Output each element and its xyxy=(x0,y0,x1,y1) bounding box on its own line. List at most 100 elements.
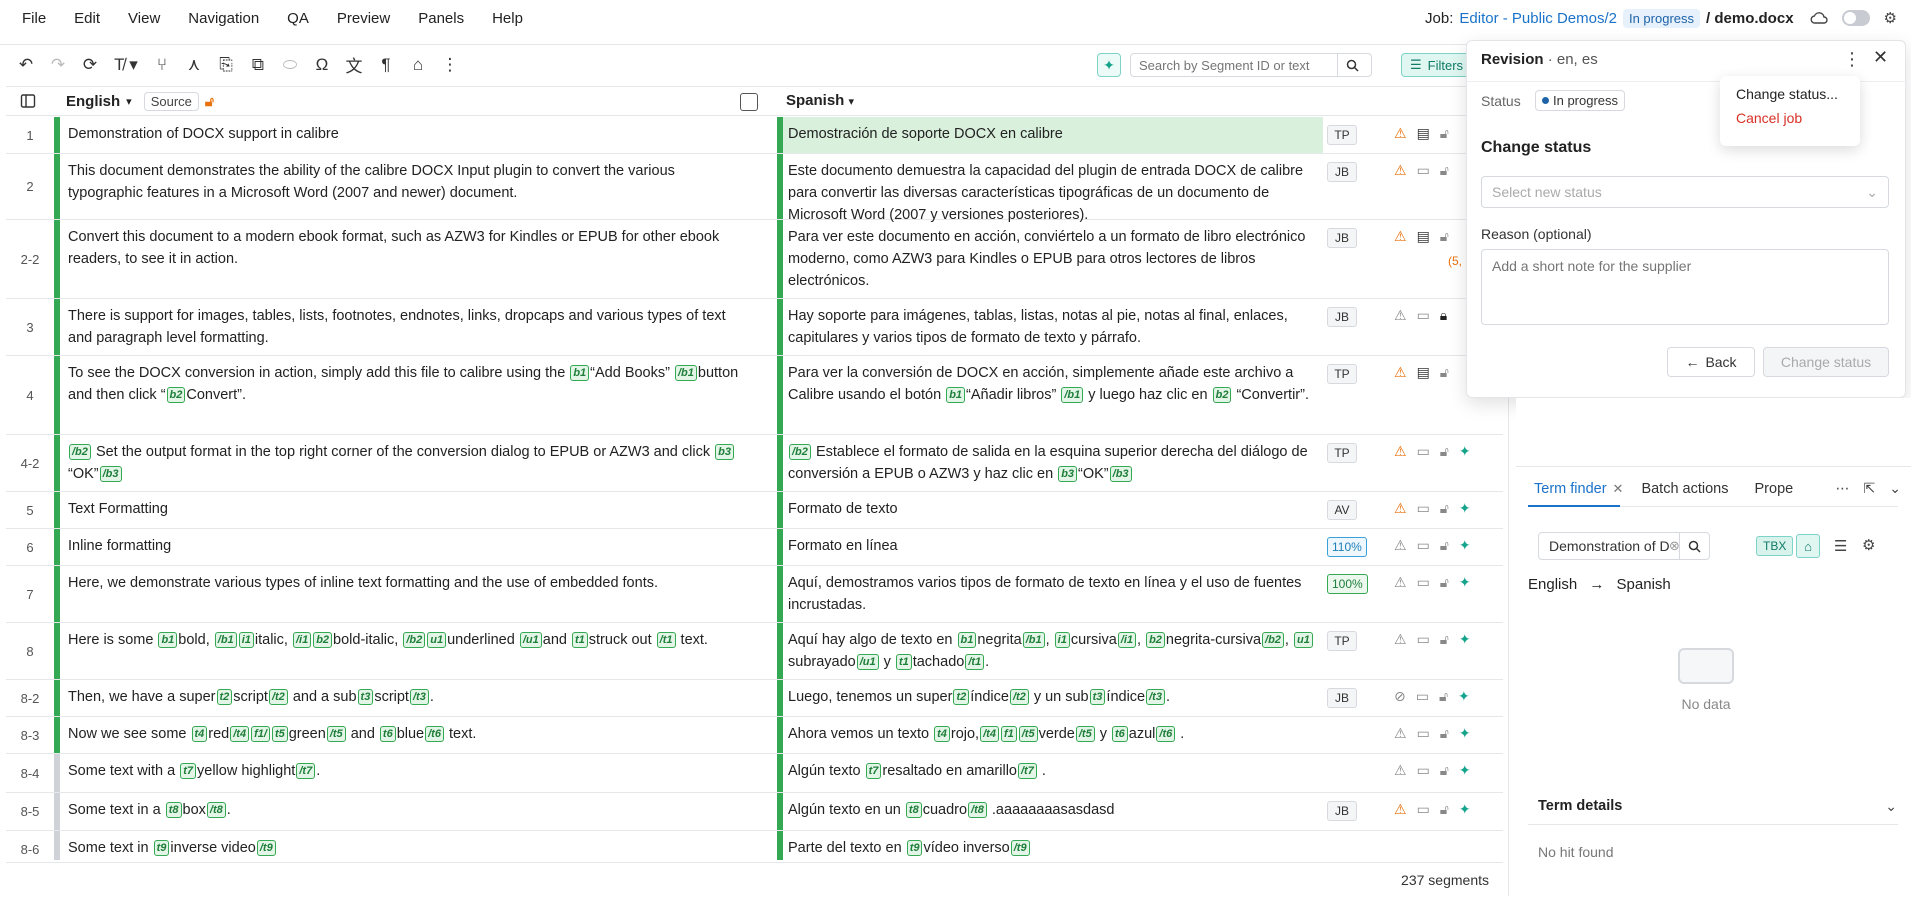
target-text[interactable]: Para ver la conversión de DOCX en acción… xyxy=(788,362,1318,406)
table-row[interactable]: 6 Inline formatting Formato en línea 110… xyxy=(6,529,1503,566)
warning-icon[interactable]: ⚠ xyxy=(1394,574,1407,591)
warning-icon[interactable]: ⚠ xyxy=(1394,125,1407,142)
target-language-header[interactable]: Spanish ▾ xyxy=(786,92,854,109)
insert-icon[interactable]: ⎘ xyxy=(210,49,242,81)
menu-item-change-status[interactable]: Change status... xyxy=(1720,82,1860,106)
status-select[interactable]: Select new status ⌄ xyxy=(1481,176,1889,208)
table-row[interactable]: 8-3 Now we see some t4 red/t4 f1/t5 green/t… xyxy=(6,717,1503,754)
ai-sparkle-icon[interactable]: ✦ xyxy=(1459,762,1471,779)
menu-help[interactable]: Help xyxy=(478,10,537,27)
table-row[interactable]: 2-2 Convert this document to a modern eb… xyxy=(6,220,1503,299)
table-row[interactable]: 3 There is support for images, tables, l… xyxy=(6,299,1503,356)
menu-edit[interactable]: Edit xyxy=(60,10,114,27)
comment-icon[interactable]: ▭ xyxy=(1417,801,1430,818)
warning-icon[interactable]: ⚠ xyxy=(1394,631,1407,648)
menu-panels[interactable]: Panels xyxy=(404,10,478,27)
warning-icon[interactable]: ⚠ xyxy=(1394,762,1407,779)
unlock-icon[interactable]: 🔓︎ xyxy=(1439,688,1448,705)
chevron-down-icon[interactable]: ⌄ xyxy=(1885,798,1897,815)
tab-term-finder[interactable]: Term finder xyxy=(1528,481,1613,497)
more-icon[interactable]: ⋮ xyxy=(1843,49,1861,70)
lock-icon[interactable]: 🔒︎ xyxy=(1440,307,1447,324)
target-text[interactable]: Algún texto en un t8 cuadro/t8 .aaaaaaaas… xyxy=(788,799,1318,821)
menu-preview[interactable]: Preview xyxy=(323,10,404,27)
target-text[interactable]: Algún texto t7 resaltado en amarillo/t7 . xyxy=(788,760,1318,782)
warning-icon[interactable]: ⚠ xyxy=(1394,364,1407,381)
comment-icon[interactable]: ▤ xyxy=(1417,228,1430,245)
unlock-icon[interactable]: 🔓︎ xyxy=(1440,125,1449,142)
translate-icon[interactable]: 文 xyxy=(338,49,370,81)
warning-icon[interactable]: ⚠ xyxy=(1394,500,1407,517)
tag-placeholder-icon[interactable]: ⬭ xyxy=(274,49,306,81)
menu-file[interactable]: File xyxy=(0,10,60,27)
unlock-icon[interactable]: 🔓︎ xyxy=(1440,574,1449,591)
table-row[interactable]: 2 This document demonstrates the ability… xyxy=(6,154,1503,223)
ai-sparkle-icon[interactable]: ✦ xyxy=(1459,500,1471,517)
menu-qa[interactable]: QA xyxy=(273,10,323,27)
tab-batch-actions[interactable]: Batch actions xyxy=(1635,481,1734,497)
special-char-icon[interactable]: Ω xyxy=(306,49,338,81)
toggle-panel-icon[interactable] xyxy=(740,93,758,111)
target-text[interactable]: Luego, tenemos un super t2 índice/t2 y un … xyxy=(788,686,1318,708)
unlock-icon[interactable]: 🔓︎ xyxy=(1440,364,1449,381)
tab-properties[interactable]: Prope xyxy=(1749,481,1800,497)
comment-icon[interactable]: ▤ xyxy=(1417,364,1430,381)
segment-search-input[interactable] xyxy=(1131,54,1337,76)
target-text[interactable]: Este documento demuestra la capacidad de… xyxy=(788,160,1318,226)
term-search-input[interactable] xyxy=(1539,534,1669,558)
more-icon[interactable]: ⋯ xyxy=(1836,480,1850,497)
table-row[interactable]: 8-6 Some text in t9 inverse video/t9 Part… xyxy=(6,831,1503,860)
comment-icon[interactable]: ▭ xyxy=(1417,443,1430,460)
close-icon[interactable]: ✕ xyxy=(1873,47,1888,68)
comment-icon[interactable]: ▭ xyxy=(1417,162,1430,179)
table-row[interactable]: 8-5 Some text in a t8 box/t8. Algún texto… xyxy=(6,793,1503,831)
warning-icon[interactable]: ⚠ xyxy=(1394,307,1407,324)
comment-icon[interactable]: ▭ xyxy=(1417,631,1430,648)
search-icon[interactable] xyxy=(1679,533,1709,559)
table-row[interactable]: 4-2 /b2 Set the output format in the top… xyxy=(6,435,1503,492)
ai-sparkle-icon[interactable]: ✦ xyxy=(1459,801,1471,818)
warning-icon[interactable]: ⚠ xyxy=(1394,228,1407,245)
target-text[interactable]: /b2 Establece el formato de salida en la… xyxy=(788,441,1318,485)
table-row[interactable]: 7 Here, we demonstrate various types of … xyxy=(6,566,1503,623)
target-text[interactable]: Formato en línea xyxy=(788,535,1318,557)
list-icon[interactable]: ☰ xyxy=(1834,537,1847,555)
change-status-button[interactable]: Change status xyxy=(1763,347,1889,377)
unlock-icon[interactable]: 🔓︎ xyxy=(1440,228,1449,245)
unlock-icon[interactable]: 🔓︎ xyxy=(1440,631,1449,648)
warning-icon[interactable]: ⚠ xyxy=(1394,443,1407,460)
ai-sparkle-icon[interactable]: ✦ xyxy=(1459,631,1471,648)
merge-icon[interactable]: ⋏ xyxy=(178,49,210,81)
comment-icon[interactable]: ▭ xyxy=(1417,574,1430,591)
target-text[interactable]: Aquí, demostramos varios tipos de format… xyxy=(788,572,1318,616)
unlock-icon[interactable]: 🔓︎ xyxy=(1440,500,1449,517)
table-row[interactable]: 8-4 Some text with a t7 yellow highlight /… xyxy=(6,754,1503,793)
lock-icon[interactable]: 🔓︎ xyxy=(205,93,214,110)
gear-icon[interactable]: ⚙ xyxy=(1884,9,1897,27)
warning-icon[interactable]: ⚠ xyxy=(1394,162,1407,179)
unlock-icon[interactable]: 🔓︎ xyxy=(1440,762,1449,779)
target-text[interactable]: Hay soporte para imágenes, tablas, lista… xyxy=(788,305,1318,349)
reason-field[interactable] xyxy=(1481,249,1889,325)
ai-sparkle-icon[interactable]: ✦ xyxy=(1458,688,1470,705)
ai-sparkle-icon[interactable]: ✦ xyxy=(1459,537,1471,554)
back-button[interactable]: ← Back xyxy=(1667,347,1755,377)
unlock-icon[interactable]: 🔓︎ xyxy=(1440,725,1449,742)
comment-icon[interactable]: ▭ xyxy=(1417,725,1430,742)
theme-toggle[interactable] xyxy=(1841,10,1870,26)
table-row[interactable]: 4 To see the DOCX conversion in action, … xyxy=(6,356,1503,435)
tag-icon[interactable]: ⌂ xyxy=(402,49,434,81)
ai-sparkle-icon[interactable]: ✦ xyxy=(1459,574,1471,591)
redo-icon[interactable]: ↷ xyxy=(42,49,74,81)
warning-icon[interactable]: ⚠ xyxy=(1394,537,1407,554)
comment-icon[interactable]: ▭ xyxy=(1417,307,1430,324)
pilcrow-icon[interactable]: ¶ xyxy=(370,49,402,81)
table-row[interactable]: 1 Demonstration of DOCX support in calib… xyxy=(6,117,1503,154)
external-link-icon[interactable]: ⇱ xyxy=(1864,480,1876,497)
split-icon[interactable]: ⑂ xyxy=(146,49,178,81)
copy-source-icon[interactable]: ⧉ xyxy=(242,49,274,81)
unlock-icon[interactable]: 🔓︎ xyxy=(1440,443,1449,460)
target-text[interactable]: Formato de texto xyxy=(788,498,1318,520)
comment-icon[interactable]: ▤ xyxy=(1417,125,1430,142)
unlock-icon[interactable]: 🔓︎ xyxy=(1440,801,1449,818)
